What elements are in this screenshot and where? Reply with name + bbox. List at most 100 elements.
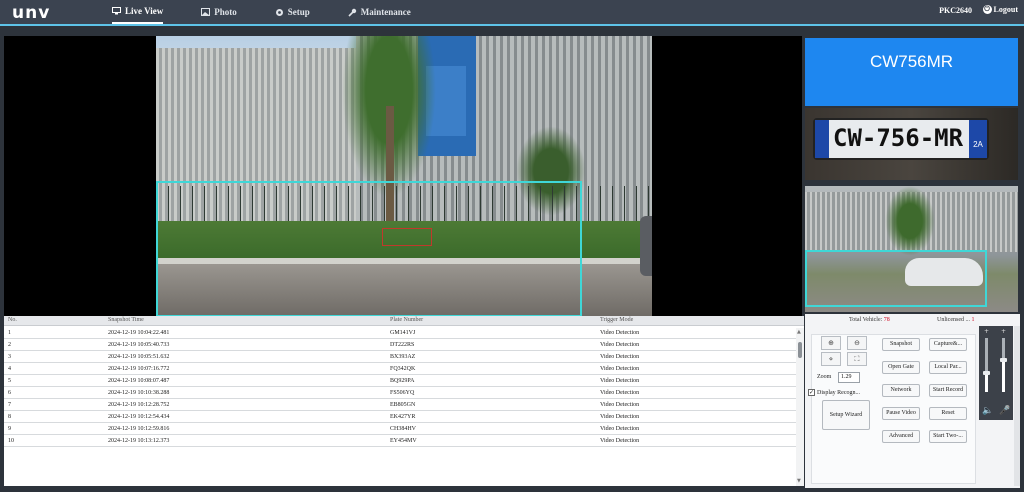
cell-no: 8 — [8, 414, 11, 420]
cell-trigger-mode: Video Detection — [600, 438, 640, 444]
cell-trigger-mode: Video Detection — [600, 366, 640, 372]
vehicle-snapshot[interactable] — [805, 186, 1018, 312]
cell-trigger-mode: Video Detection — [600, 330, 640, 336]
nav-setup-label: Setup — [287, 7, 310, 17]
cell-no: 9 — [8, 426, 11, 432]
col-trigger-mode[interactable]: Trigger Mode — [600, 317, 633, 323]
advanced-button[interactable]: Advanced — [882, 430, 920, 443]
detection-area[interactable] — [156, 181, 582, 316]
local-params-button[interactable]: Local Par... — [929, 361, 967, 374]
panel-scrollbar[interactable] — [1014, 326, 1020, 486]
live-video[interactable] — [4, 36, 802, 316]
nav-maintenance[interactable]: Maintenance — [348, 0, 411, 24]
brand-logo: unv — [12, 3, 51, 23]
top-bar: unv Live View Photo Setup Maintenance PK… — [0, 0, 1024, 26]
start-record-button[interactable]: Start Record — [929, 384, 967, 397]
display-recog-row[interactable]: ✓ Display Recogn... — [808, 389, 860, 396]
snapshot-button[interactable]: Snapshot — [882, 338, 920, 351]
scroll-thumb[interactable] — [798, 342, 802, 358]
pause-video-button[interactable]: Pause Video — [882, 407, 920, 420]
eu-band — [815, 120, 829, 158]
monitor-icon — [112, 7, 121, 15]
cell-no: 1 — [8, 330, 11, 336]
microphone-icon[interactable]: 🎤 — [999, 406, 1010, 416]
zoom-label: Zoom — [817, 374, 832, 380]
col-no[interactable]: No. — [8, 317, 17, 323]
mic-slider[interactable] — [1000, 338, 1007, 392]
mic-plus-icon: + — [1001, 328, 1007, 335]
total-vehicle-label: Total Vehicle: — [849, 317, 883, 323]
start-two-way-audio-button[interactable]: Start Two-... — [929, 430, 967, 443]
volume-knob[interactable] — [983, 371, 990, 375]
zoom-in-button[interactable]: ⊕ — [821, 336, 841, 350]
table-row[interactable]: 6 2024-12-19 10:10:38.288 FS506YQ Video Det… — [4, 387, 800, 399]
plate-region: 2A — [969, 120, 987, 158]
snapshot-detection-area — [805, 250, 987, 307]
scroll-down-icon[interactable]: ▼ — [797, 478, 801, 484]
logout-button[interactable]: ⏻ Logout — [982, 5, 1018, 14]
nav-live-view-label: Live View — [125, 6, 164, 16]
volume-plus-icon: + — [984, 328, 990, 335]
cell-no: 7 — [8, 402, 11, 408]
capture-button[interactable]: Capture&... — [929, 338, 967, 351]
cell-plate-number: BX393AZ — [390, 354, 416, 360]
cell-trigger-mode: Video Detection — [600, 354, 640, 360]
cell-plate-number: EK427YR — [390, 414, 416, 420]
table-row[interactable]: 9 2024-12-19 10:12:59.816 CH384HV Video Det… — [4, 423, 800, 435]
cell-plate-number: EY454MV — [390, 438, 417, 444]
cell-snapshot-time: 2024-12-19 10:13:12.373 — [108, 438, 170, 444]
table-scrollbar[interactable]: ▲ ▼ — [796, 328, 804, 486]
table-row[interactable]: 8 2024-12-19 10:12:54.434 EK427YR Video Det… — [4, 411, 800, 423]
nav-live-view[interactable]: Live View — [112, 0, 164, 24]
display-recog-checkbox[interactable]: ✓ — [808, 389, 815, 396]
cell-no: 6 — [8, 390, 11, 396]
mic-knob[interactable] — [1000, 358, 1007, 362]
restore-button[interactable]: ⛶ — [847, 352, 867, 366]
speaker-icon[interactable]: 🔈 — [982, 406, 993, 416]
nav-maintenance-label: Maintenance — [360, 7, 411, 17]
table-row[interactable]: 4 2024-12-19 10:07:16.772 FQ342QK Video Det… — [4, 363, 800, 375]
cell-no: 10 — [8, 438, 14, 444]
table-row[interactable]: 10 2024-12-19 10:13:12.373 EY454MV Video De… — [4, 435, 800, 447]
nav-setup[interactable]: Setup — [275, 0, 310, 24]
volume-slider[interactable] — [983, 338, 990, 392]
volume-fill — [985, 373, 988, 392]
cell-snapshot-time: 2024-12-19 10:10:38.288 — [108, 390, 170, 396]
zoom-input[interactable]: 1.29 — [838, 372, 860, 383]
network-button[interactable]: Network — [882, 384, 920, 397]
col-snapshot-time[interactable]: Snapshot Time — [108, 317, 144, 323]
table-row[interactable]: 1 2024-12-19 10:04:22.481 GM141VJ Video Det… — [4, 327, 800, 339]
col-plate-number[interactable]: Plate Number — [390, 317, 423, 323]
scroll-up-icon[interactable]: ▲ — [797, 329, 801, 335]
cell-trigger-mode: Video Detection — [600, 342, 640, 348]
table-row[interactable]: 3 2024-12-19 10:05:51.632 BX393AZ Video Det… — [4, 351, 800, 363]
table-row[interactable]: 7 2024-12-19 10:12:28.752 EB805GN Video Det… — [4, 399, 800, 411]
table-row[interactable]: 5 2024-12-19 10:08:07.487 BQ929PA Video Det… — [4, 375, 800, 387]
cell-plate-number: DT222RS — [390, 342, 415, 348]
cell-snapshot-time: 2024-12-19 10:12:59.816 — [108, 426, 170, 432]
table-row[interactable]: 2 2024-12-19 10:05:40.733 DT222RS Video Det… — [4, 339, 800, 351]
plate-image: CW-756-MR 2A — [805, 108, 1018, 180]
user-name: PKC2640 — [939, 6, 972, 15]
app-root: unv Live View Photo Setup Maintenance PK… — [0, 0, 1024, 492]
power-icon: ⏻ — [982, 5, 992, 14]
wrench-icon — [348, 8, 357, 17]
fit-button[interactable]: ⋄ — [821, 352, 841, 366]
open-gate-button[interactable]: Open Gate — [882, 361, 920, 374]
cell-trigger-mode: Video Detection — [600, 414, 640, 420]
reset-button[interactable]: Reset — [929, 407, 967, 420]
plate-image-text: CW-756-MR — [833, 124, 964, 152]
nav-photo[interactable]: Photo — [201, 0, 237, 24]
cell-trigger-mode: Video Detection — [600, 378, 640, 384]
zoom-out-button[interactable]: ⊖ — [847, 336, 867, 350]
cell-snapshot-time: 2024-12-19 10:12:54.434 — [108, 414, 170, 420]
cell-plate-number: FQ342QK — [390, 366, 416, 372]
total-vehicle-stat: Total Vehicle: 78 — [849, 317, 890, 323]
snapshot-palm — [885, 186, 935, 256]
scene-car-edge — [640, 216, 652, 276]
unlicensed-stat: Unlicensed ... 1 — [937, 317, 975, 323]
setup-wizard-button[interactable]: Setup Wizard — [822, 400, 870, 430]
photo-icon — [201, 8, 211, 16]
cell-snapshot-time: 2024-12-19 10:04:22.481 — [108, 330, 170, 336]
cell-plate-number: FS506YQ — [390, 390, 415, 396]
